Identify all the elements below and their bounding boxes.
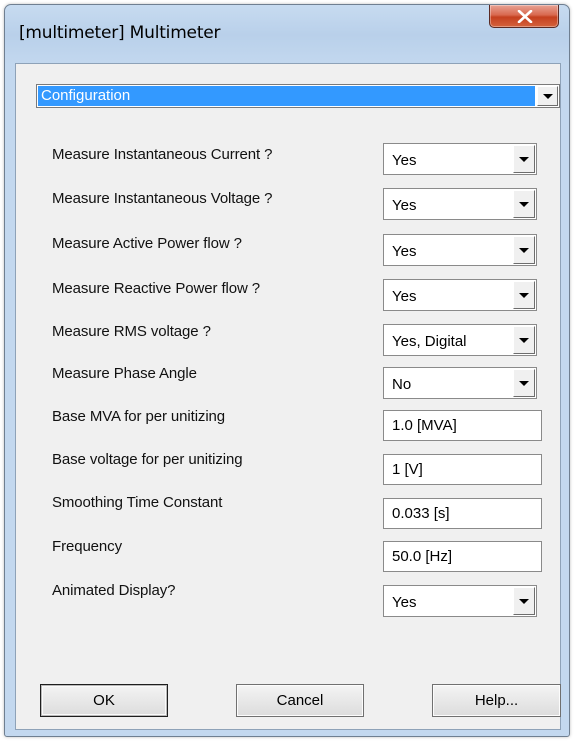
label-instantaneous-current: Measure Instantaneous Current ? [52,146,273,163]
dropdown-button[interactable] [513,281,535,309]
select-value: Yes [392,288,417,305]
ok-button[interactable]: OK [40,684,168,717]
select-instantaneous-current[interactable]: Yes [383,143,537,175]
select-animated-display[interactable]: Yes [383,585,537,617]
chevron-down-icon [542,94,553,99]
dialog-window: [multimeter] Multimeter Configuration Me… [4,4,570,737]
select-value: Yes, Digital [392,333,467,350]
dropdown-button[interactable] [513,326,535,354]
label-rms-voltage: Measure RMS voltage ? [52,323,211,340]
label-active-power: Measure Active Power flow ? [52,235,242,252]
cancel-button[interactable]: Cancel [236,684,364,717]
select-value: Yes [392,197,417,214]
dropdown-button[interactable] [513,369,535,397]
input-smoothing-time[interactable]: 0.033 [s] [383,498,542,529]
select-phase-angle[interactable]: No [383,367,537,399]
dropdown-button[interactable] [513,145,535,173]
help-button[interactable]: Help... [432,684,561,717]
dialog-body: Configuration Measure Instantaneous Curr… [15,63,561,730]
label-instantaneous-voltage: Measure Instantaneous Voltage ? [52,190,273,207]
dropdown-button[interactable] [513,236,535,264]
select-value: Yes [392,152,417,169]
select-value: No [392,376,412,393]
close-icon [517,10,533,23]
input-frequency[interactable]: 50.0 [Hz] [383,541,542,572]
window-title: [multimeter] Multimeter [19,23,221,43]
select-value: Yes [392,243,417,260]
label-base-voltage: Base voltage for per unitizing [52,451,243,468]
chevron-down-icon [519,248,529,253]
input-base-voltage[interactable]: 1 [V] [383,454,542,485]
label-smoothing-time: Smoothing Time Constant [52,494,223,511]
select-reactive-power[interactable]: Yes [383,279,537,311]
label-animated-display: Animated Display? [52,582,176,599]
category-dropdown-button[interactable] [537,86,558,106]
chevron-down-icon [519,157,529,162]
category-value: Configuration [38,86,535,106]
label-reactive-power: Measure Reactive Power flow ? [52,280,261,297]
label-frequency: Frequency [52,538,122,555]
select-rms-voltage[interactable]: Yes, Digital [383,324,537,356]
chevron-down-icon [519,338,529,343]
chevron-down-icon [519,293,529,298]
select-instantaneous-voltage[interactable]: Yes [383,188,537,220]
label-phase-angle: Measure Phase Angle [52,365,197,382]
dropdown-button[interactable] [513,587,535,615]
dropdown-button[interactable] [513,190,535,218]
close-button[interactable] [489,5,559,28]
chevron-down-icon [519,599,529,604]
select-active-power[interactable]: Yes [383,234,537,266]
category-select[interactable]: Configuration [36,84,560,108]
chevron-down-icon [519,202,529,207]
select-value: Yes [392,594,417,611]
input-base-mva[interactable]: 1.0 [MVA] [383,410,542,441]
label-base-mva: Base MVA for per unitizing [52,408,226,425]
chevron-down-icon [519,381,529,386]
